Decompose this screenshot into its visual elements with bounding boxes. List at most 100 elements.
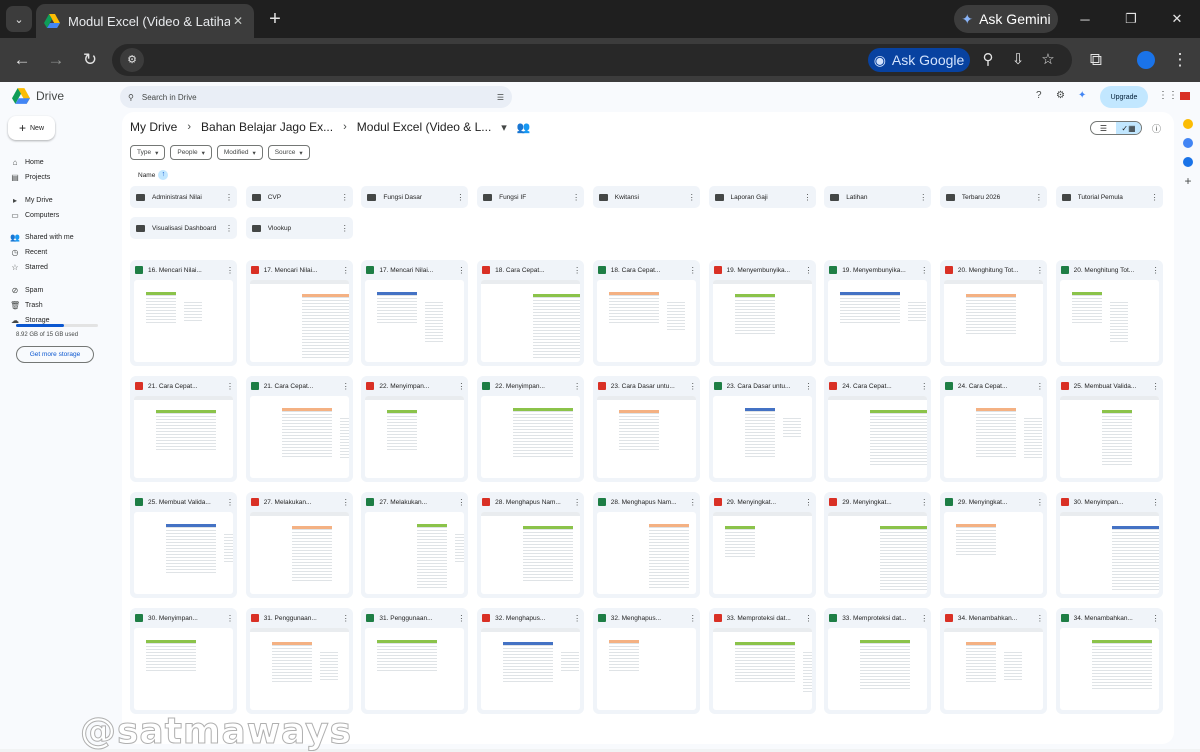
profile-avatar[interactable] [1137, 51, 1155, 69]
file-thumbnail[interactable] [828, 396, 928, 478]
account-flag-icon[interactable] [1180, 92, 1190, 100]
sidebar-item-shared-with-me[interactable]: 👥 Shared with me [10, 231, 74, 244]
more-options-icon[interactable]: ⋮ [456, 193, 464, 202]
more-options-icon[interactable]: ⋮ [342, 498, 350, 507]
close-window-icon[interactable]: ✕ [1154, 0, 1200, 38]
file-card[interactable]: 22. Menyimpan... ⋮ [361, 376, 469, 482]
file-thumbnail[interactable] [596, 628, 696, 710]
grid-view-icon[interactable]: ✓▦ [1116, 122, 1141, 134]
settings-icon[interactable]: ⚙ [1056, 90, 1065, 101]
more-options-icon[interactable]: ⋮ [920, 498, 928, 507]
file-thumbnail[interactable] [596, 396, 696, 478]
folder-item[interactable]: Fungsi IF ⋮ [477, 186, 585, 208]
more-options-icon[interactable]: ⋮ [920, 266, 928, 275]
folder-item[interactable]: Tutorial Pemula ⋮ [1055, 186, 1163, 208]
file-card[interactable]: 17. Mencari Nilai... ⋮ [361, 260, 469, 366]
filter-chip-type[interactable]: Type ▾ [130, 145, 166, 160]
sidebar-item-my-drive[interactable]: ▸ My Drive [10, 194, 53, 207]
forward-icon[interactable]: → [44, 48, 68, 72]
file-thumbnail[interactable] [249, 280, 349, 362]
file-card[interactable]: 17. Mencari Nilai... ⋮ [245, 260, 353, 366]
more-options-icon[interactable]: ⋮ [342, 382, 350, 391]
more-options-icon[interactable]: ⋮ [805, 498, 813, 507]
sidebar-item-recent[interactable]: ◷ Recent [10, 246, 48, 259]
sidebar-item-spam[interactable]: ⊘ Spam [10, 284, 44, 297]
file-card[interactable]: 18. Cara Cepat... ⋮ [592, 260, 700, 366]
file-thumbnail[interactable] [596, 280, 696, 362]
file-thumbnail[interactable] [828, 512, 928, 594]
ask-gemini-button[interactable]: ✦ Ask Gemini [954, 5, 1058, 33]
file-card[interactable]: 33. Memproteksi dat... ⋮ [708, 608, 816, 714]
file-card[interactable]: 30. Menyimpan... ⋮ [130, 608, 237, 714]
file-card[interactable]: 20. Menghitung Tot... ⋮ [939, 260, 1047, 366]
chrome-menu-icon[interactable]: ⋮ [1168, 48, 1192, 72]
file-thumbnail[interactable] [943, 512, 1043, 594]
ask-google-button[interactable]: ◉ Ask Google [868, 48, 970, 72]
more-options-icon[interactable]: ⋮ [226, 382, 234, 391]
folder-item[interactable]: CVP ⋮ [245, 186, 353, 208]
file-thumbnail[interactable] [943, 628, 1043, 710]
folder-item[interactable]: Laporan Gaji ⋮ [708, 186, 816, 208]
file-card[interactable]: 18. Cara Cepat... ⋮ [477, 260, 585, 366]
folder-item[interactable]: Fungsi Dasar ⋮ [361, 186, 469, 208]
contacts-icon[interactable] [1183, 157, 1193, 167]
get-more-storage-button[interactable]: Get more storage [16, 346, 94, 363]
search-bar[interactable]: ⚲ Search in Drive ☰ [120, 86, 512, 108]
file-thumbnail[interactable] [134, 396, 233, 478]
more-options-icon[interactable]: ⋮ [1035, 193, 1043, 202]
sidebar-item-starred[interactable]: ☆ Starred [10, 261, 48, 274]
file-thumbnail[interactable] [712, 512, 812, 594]
file-card[interactable]: 33. Memproteksi dat... ⋮ [824, 608, 932, 714]
file-card[interactable]: 32. Menghapus... ⋮ [477, 608, 585, 714]
file-card[interactable]: 34. Menambahkan... ⋮ [939, 608, 1047, 714]
file-card[interactable]: 29. Menyingkat... ⋮ [939, 492, 1047, 598]
list-view-icon[interactable]: ☰ [1091, 122, 1116, 134]
new-button[interactable]: + New [8, 116, 55, 140]
filter-chip-modified[interactable]: Modified ▾ [216, 145, 263, 160]
install-app-icon[interactable]: ⇩ [1006, 48, 1030, 72]
more-options-icon[interactable]: ⋮ [1036, 498, 1044, 507]
file-card[interactable]: 23. Cara Dasar untu... ⋮ [592, 376, 700, 482]
more-options-icon[interactable]: ⋮ [341, 224, 349, 233]
address-bar[interactable]: ⚙ ◉ Ask Google ⚲ ⇩ ☆ [112, 44, 1072, 76]
back-icon[interactable]: ← [10, 48, 34, 72]
folder-item[interactable]: Kwitansi ⋮ [592, 186, 700, 208]
file-thumbnail[interactable] [365, 396, 465, 478]
more-options-icon[interactable]: ⋮ [342, 614, 350, 623]
more-options-icon[interactable]: ⋮ [689, 498, 697, 507]
keep-icon[interactable] [1183, 119, 1193, 129]
browser-tab[interactable]: Modul Excel (Video & Latihan S ✕ [36, 4, 254, 38]
tab-search-button[interactable]: ⌄ [6, 6, 32, 32]
chevron-down-icon[interactable]: ▾ [501, 121, 507, 134]
more-options-icon[interactable]: ⋮ [457, 498, 465, 507]
sidebar-item-home[interactable]: ⌂ Home [10, 156, 44, 169]
file-card[interactable]: 19. Menyembunyika... ⋮ [708, 260, 816, 366]
more-options-icon[interactable]: ⋮ [1036, 382, 1044, 391]
add-addon-icon[interactable]: + [1183, 175, 1193, 187]
restore-icon[interactable]: ❐ [1108, 0, 1154, 38]
breadcrumb-my-drive[interactable]: My Drive [130, 120, 177, 134]
file-thumbnail[interactable] [712, 396, 812, 478]
file-thumbnail[interactable] [481, 280, 581, 362]
upgrade-button[interactable]: Upgrade [1100, 86, 1148, 108]
file-card[interactable]: 25. Membuat Valida... ⋮ [130, 492, 237, 598]
file-card[interactable]: 27. Melakukan... ⋮ [245, 492, 353, 598]
file-card[interactable]: 29. Menyingkat... ⋮ [824, 492, 932, 598]
filter-chip-source[interactable]: Source ▾ [267, 145, 310, 160]
more-options-icon[interactable]: ⋮ [920, 382, 928, 391]
file-card[interactable]: 27. Melakukan... ⋮ [361, 492, 469, 598]
minimize-icon[interactable]: ─ [1062, 0, 1108, 38]
more-options-icon[interactable]: ⋮ [1036, 614, 1044, 623]
file-thumbnail[interactable] [943, 280, 1043, 362]
folder-item[interactable]: Administrasi Nilai ⋮ [130, 186, 237, 208]
file-thumbnail[interactable] [1059, 512, 1159, 594]
file-thumbnail[interactable] [828, 280, 928, 362]
apps-grid-icon[interactable]: ⋮⋮ [1158, 90, 1178, 101]
file-thumbnail[interactable] [134, 280, 233, 362]
more-options-icon[interactable]: ⋮ [689, 266, 697, 275]
close-tab-icon[interactable]: ✕ [230, 14, 246, 28]
file-card[interactable]: 25. Membuat Valida... ⋮ [1055, 376, 1163, 482]
more-options-icon[interactable]: ⋮ [342, 266, 350, 275]
file-thumbnail[interactable] [596, 512, 696, 594]
more-options-icon[interactable]: ⋮ [805, 266, 813, 275]
